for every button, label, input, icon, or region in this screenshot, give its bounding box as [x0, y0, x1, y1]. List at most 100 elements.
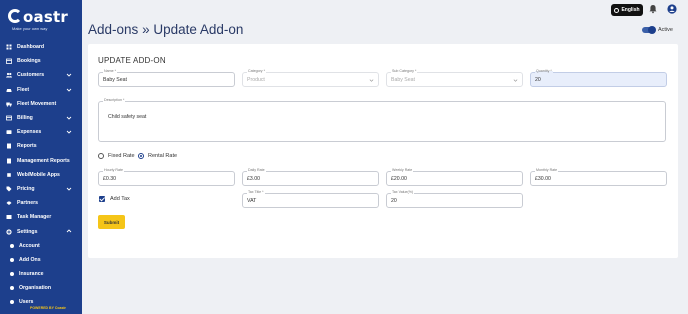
description-value: Child safety seat [108, 114, 147, 120]
monthly-rate-value: £30.00 [535, 176, 551, 182]
car-icon [5, 87, 12, 93]
submit-button[interactable]: Submit [98, 215, 125, 229]
sidebar-item-reports[interactable]: Reports [0, 139, 82, 153]
sidebar-item-fleet-movement[interactable]: Fleet Movement [0, 97, 82, 111]
radio-circle [98, 153, 104, 159]
category-value: Product [247, 77, 265, 83]
name-field[interactable]: Name * Baby Seat [98, 69, 235, 87]
weekly-rate-value: £20.00 [391, 176, 407, 182]
tag-icon [5, 186, 12, 192]
active-toggle[interactable] [642, 26, 656, 34]
sidebar-item-label: Pricing [17, 185, 35, 192]
sidebar-item-billing[interactable]: Billing [0, 111, 82, 125]
sidebar-item-label: Task Manager [17, 214, 52, 221]
rental-rate-label: Rental Rate [148, 153, 178, 159]
sidebar-nav: Dashboard Bookings Customers Fleet Fleet Mov… [0, 40, 82, 309]
sidebar-item-dashboard[interactable]: Dashboard [0, 40, 82, 54]
brand-logo[interactable]: oastr Make your own way [8, 9, 70, 31]
sidebar-item-customers[interactable]: Customers [0, 68, 82, 82]
daily-rate-field[interactable]: Daily Rate £3.00 [242, 168, 379, 186]
category-select[interactable]: Category * Product [242, 69, 379, 87]
chevron-down-icon [66, 130, 72, 134]
bullet-icon [10, 271, 14, 276]
chevron-down-icon [66, 116, 72, 120]
rental-rate-radio[interactable]: Rental Rate [138, 153, 177, 159]
bullet-icon [10, 300, 14, 305]
sidebar-item-pricing[interactable]: Pricing [0, 182, 82, 196]
tax-value-field[interactable]: Tax Value(%) 20 [386, 190, 523, 208]
sidebar-item-task-manager[interactable]: Task Manager [0, 210, 82, 224]
sidebar-item-fleet[interactable]: Fleet [0, 83, 82, 97]
hourly-rate-value: £0.30 [103, 176, 116, 182]
report-icon [5, 143, 12, 149]
toggle-knob [648, 26, 656, 34]
sidebar-item-settings[interactable]: Settings [0, 224, 82, 238]
language-button[interactable]: English [611, 4, 643, 16]
task-icon [5, 214, 12, 220]
chevron-down-icon [66, 88, 72, 92]
breadcrumb-separator: » [142, 22, 150, 37]
sidebar-item-label: Reports [17, 143, 37, 150]
weekly-rate-label: Weekly Rate [391, 168, 414, 172]
sidebar-item-web-mobile-apps[interactable]: Web/Mobile Apps [0, 168, 82, 182]
sidebar-subitem-organisation[interactable]: Organisation [0, 281, 82, 295]
daily-rate-label: Daily Rate [247, 168, 266, 172]
mobile-icon [5, 172, 12, 178]
name-value: Baby Seat [103, 77, 127, 83]
quantity-field[interactable]: Quantity * 20 [530, 69, 667, 87]
tax-title-label: Tax Title * [247, 190, 265, 194]
fixed-rate-label: Fixed Rate [108, 153, 135, 159]
powered-by: POWERED BY Coastr [30, 306, 66, 310]
chevron-down-icon [66, 74, 72, 78]
brand-tagline: Make your own way [12, 26, 48, 31]
bullet-icon [10, 257, 14, 262]
tax-value-label: Tax Value(%) [391, 190, 415, 194]
bullet-icon [10, 243, 14, 248]
quantity-value: 20 [535, 77, 541, 83]
description-label: Description * [103, 98, 126, 102]
breadcrumb-parent[interactable]: Add-ons [88, 22, 138, 37]
tax-title-field[interactable]: Tax Title * VAT [242, 190, 379, 208]
sidebar-subitem-label: Add Ons [19, 256, 41, 263]
active-toggle-label: Active [658, 27, 673, 33]
bell-icon[interactable] [648, 4, 658, 14]
sidebar-item-management-reports[interactable]: Management Reports [0, 154, 82, 168]
sidebar-item-expenses[interactable]: Expenses [0, 125, 82, 139]
sidebar-subitem-label: Organisation [19, 284, 51, 291]
sidebar-subitem-add-ons[interactable]: Add Ons [0, 253, 82, 267]
monthly-rate-field[interactable]: Monthly Rate £30.00 [530, 168, 667, 186]
sidebar-item-bookings[interactable]: Bookings [0, 54, 82, 68]
tax-title-value: VAT [247, 198, 257, 204]
daily-rate-value: £3.00 [247, 176, 260, 182]
language-label: English [621, 7, 640, 13]
report-icon [5, 158, 12, 164]
description-textarea[interactable]: Description * Child safety seat [98, 98, 666, 142]
sidebar-subitem-account[interactable]: Account [0, 239, 82, 253]
add-tax-checkbox[interactable]: Add Tax [99, 196, 130, 202]
sidebar-item-label: Fleet Movement [17, 100, 57, 107]
calendar-icon [5, 58, 12, 65]
sidebar-item-label: Billing [17, 115, 33, 122]
sidebar-item-partners[interactable]: Partners [0, 196, 82, 210]
brand-wordmark: oastr [8, 9, 70, 25]
handshake-icon [5, 200, 12, 206]
sidebar-subitem-label: Account [19, 242, 40, 249]
sidebar-item-label: Customers [17, 72, 45, 79]
quantity-label: Quantity * [535, 69, 553, 73]
form-heading: UPDATE ADD-ON [98, 56, 166, 65]
billing-icon [5, 115, 12, 121]
sidebar-subitem-insurance[interactable]: Insurance [0, 267, 82, 281]
checkbox-checked [99, 196, 105, 202]
users-icon [5, 72, 12, 78]
update-addon-card: UPDATE ADD-ON Name * Baby Seat Category … [88, 44, 678, 258]
user-avatar-icon[interactable] [667, 4, 677, 14]
monthly-rate-label: Monthly Rate [535, 168, 559, 172]
sub-category-select[interactable]: Sub Category * Baby Seat [386, 69, 523, 87]
globe-icon [614, 7, 620, 13]
weekly-rate-field[interactable]: Weekly Rate £20.00 [386, 168, 523, 186]
hourly-rate-label: Hourly Rate [103, 168, 124, 172]
dashboard-icon [5, 44, 12, 50]
fixed-rate-radio[interactable]: Fixed Rate [98, 153, 135, 159]
tax-value-value: 20 [391, 198, 397, 204]
hourly-rate-field[interactable]: Hourly Rate £0.30 [98, 168, 235, 186]
